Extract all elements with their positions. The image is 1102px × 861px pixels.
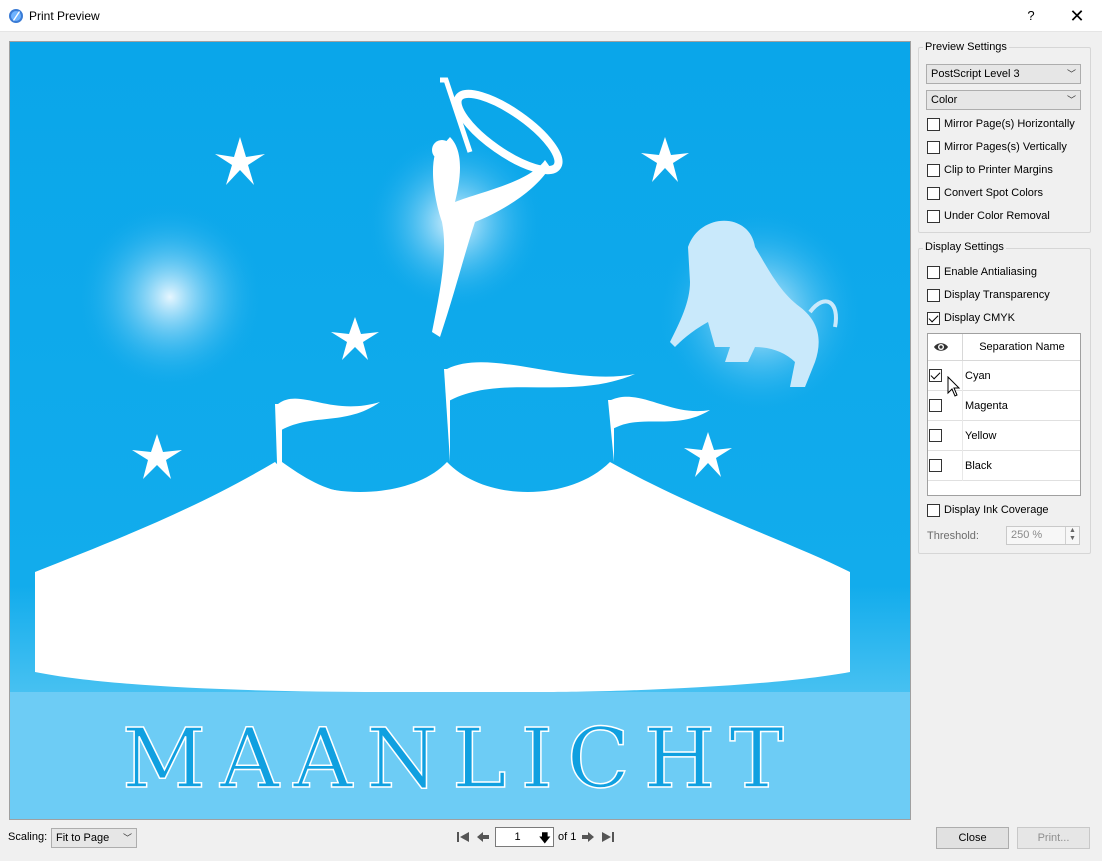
checkbox[interactable] bbox=[927, 187, 940, 200]
help-button[interactable]: ? bbox=[1016, 0, 1046, 32]
checkbox[interactable] bbox=[927, 289, 940, 302]
chevron-down-icon: ﹀ bbox=[122, 833, 132, 843]
mirror-vertical-option[interactable]: Mirror Pages(s) Vertically bbox=[927, 140, 1087, 156]
spin-arrows-icon[interactable]: ▲ ▼ bbox=[1065, 527, 1079, 544]
display-cmyk-option[interactable]: Display CMYK bbox=[927, 311, 1087, 327]
display-settings-label: Display Settings bbox=[923, 241, 1006, 253]
eye-icon bbox=[934, 343, 948, 351]
scaling-select[interactable]: Fit to Page ﹀ bbox=[51, 828, 137, 848]
antialiasing-option[interactable]: Enable Antialiasing bbox=[927, 265, 1087, 281]
threshold-label: Threshold: bbox=[927, 530, 979, 542]
under-color-removal-option[interactable]: Under Color Removal bbox=[927, 209, 1087, 225]
color-mode-select[interactable]: Color ﹀ bbox=[926, 90, 1081, 110]
close-window-button[interactable]: ✕ bbox=[1062, 0, 1092, 32]
chevron-down-icon: ﹀ bbox=[1066, 69, 1076, 79]
checkbox[interactable] bbox=[927, 164, 940, 177]
next-page-icon[interactable] bbox=[580, 829, 596, 845]
first-page-icon[interactable] bbox=[455, 829, 471, 845]
mouse-cursor-icon bbox=[947, 376, 961, 397]
arrow-down-icon[interactable]: 🡇 bbox=[539, 829, 551, 847]
checkbox[interactable] bbox=[927, 266, 940, 279]
page-total: of 1 bbox=[558, 831, 577, 843]
preview-settings-label: Preview Settings bbox=[923, 41, 1009, 53]
mirror-horizontal-option[interactable]: Mirror Page(s) Horizontally bbox=[927, 117, 1087, 133]
separations-table: Separation Name Cyan Magenta Yellow Blac… bbox=[927, 333, 1081, 496]
artwork-title: MAANLICHT bbox=[122, 712, 798, 807]
separations-header: Separation Name bbox=[928, 334, 1080, 361]
checkbox[interactable] bbox=[929, 429, 942, 442]
checkbox[interactable] bbox=[927, 141, 940, 154]
checkbox[interactable] bbox=[927, 118, 940, 131]
scaling-label: Scaling: bbox=[8, 831, 48, 843]
close-button[interactable]: Close bbox=[936, 827, 1009, 849]
print-button[interactable]: Print... bbox=[1017, 827, 1090, 849]
postscript-level-select[interactable]: PostScript Level 3 ﹀ bbox=[926, 64, 1081, 84]
window-title: Print Preview bbox=[29, 9, 100, 23]
display-ink-coverage-option[interactable]: Display Ink Coverage bbox=[927, 503, 1087, 519]
checkbox[interactable] bbox=[927, 504, 940, 517]
app-icon bbox=[9, 9, 23, 23]
moon-glow bbox=[75, 202, 265, 392]
preview-artwork: MAANLICHT bbox=[10, 42, 910, 819]
clip-printer-margins-option[interactable]: Clip to Printer Margins bbox=[927, 163, 1087, 179]
checkbox[interactable] bbox=[929, 369, 942, 382]
checkbox[interactable] bbox=[927, 312, 940, 325]
display-transparency-option[interactable]: Display Transparency bbox=[927, 288, 1087, 304]
separation-name-header: Separation Name bbox=[979, 341, 1065, 353]
checkbox[interactable] bbox=[929, 399, 942, 412]
chevron-down-icon: ﹀ bbox=[1066, 95, 1076, 105]
title-bar: Print Preview ? ✕ bbox=[0, 0, 1102, 32]
last-page-icon[interactable] bbox=[600, 829, 616, 845]
print-preview-canvas: MAANLICHT bbox=[9, 41, 911, 820]
separation-row-yellow[interactable]: Yellow bbox=[928, 421, 1080, 451]
checkbox[interactable] bbox=[927, 210, 940, 223]
separation-row-black[interactable]: Black bbox=[928, 451, 1080, 481]
checkbox[interactable] bbox=[929, 459, 942, 472]
previous-page-icon[interactable] bbox=[475, 829, 491, 845]
page-number-input[interactable]: 1 🡇 bbox=[495, 827, 554, 847]
threshold-spinner[interactable]: 250 % ▲ ▼ bbox=[1006, 526, 1080, 545]
convert-spot-colors-option[interactable]: Convert Spot Colors bbox=[927, 186, 1087, 202]
